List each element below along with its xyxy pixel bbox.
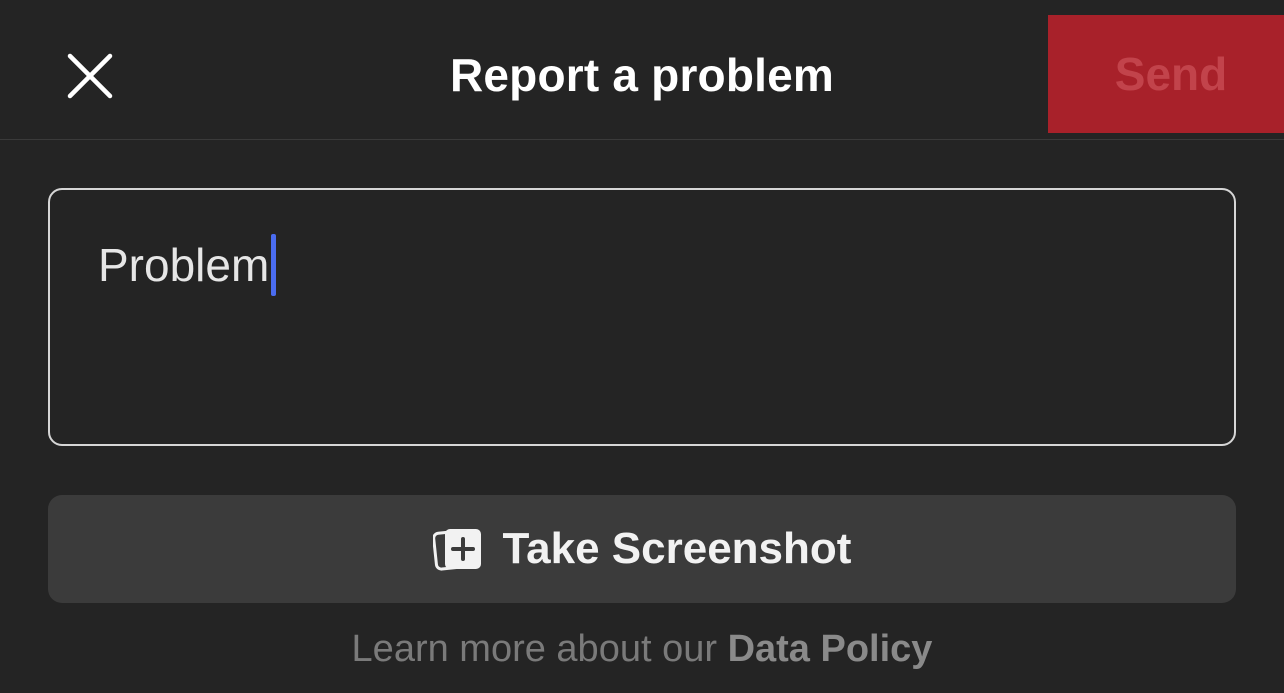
data-policy-link[interactable]: Data Policy xyxy=(728,628,933,670)
send-button[interactable]: Send xyxy=(1048,15,1284,133)
footer-text: Learn more about our xyxy=(351,628,728,670)
text-caret xyxy=(271,234,277,296)
take-screenshot-label: Take Screenshot xyxy=(502,524,852,573)
take-screenshot-button[interactable]: Take Screenshot xyxy=(48,495,1236,603)
footer-note: Learn more about our Data Policy xyxy=(0,628,1284,671)
add-screenshot-icon xyxy=(432,529,481,571)
header: Report a problem Send xyxy=(0,0,1284,140)
problem-textarea[interactable]: Problem xyxy=(48,188,1236,446)
problem-text: Problem xyxy=(98,239,270,291)
problem-textarea-value: Problem xyxy=(98,234,277,296)
